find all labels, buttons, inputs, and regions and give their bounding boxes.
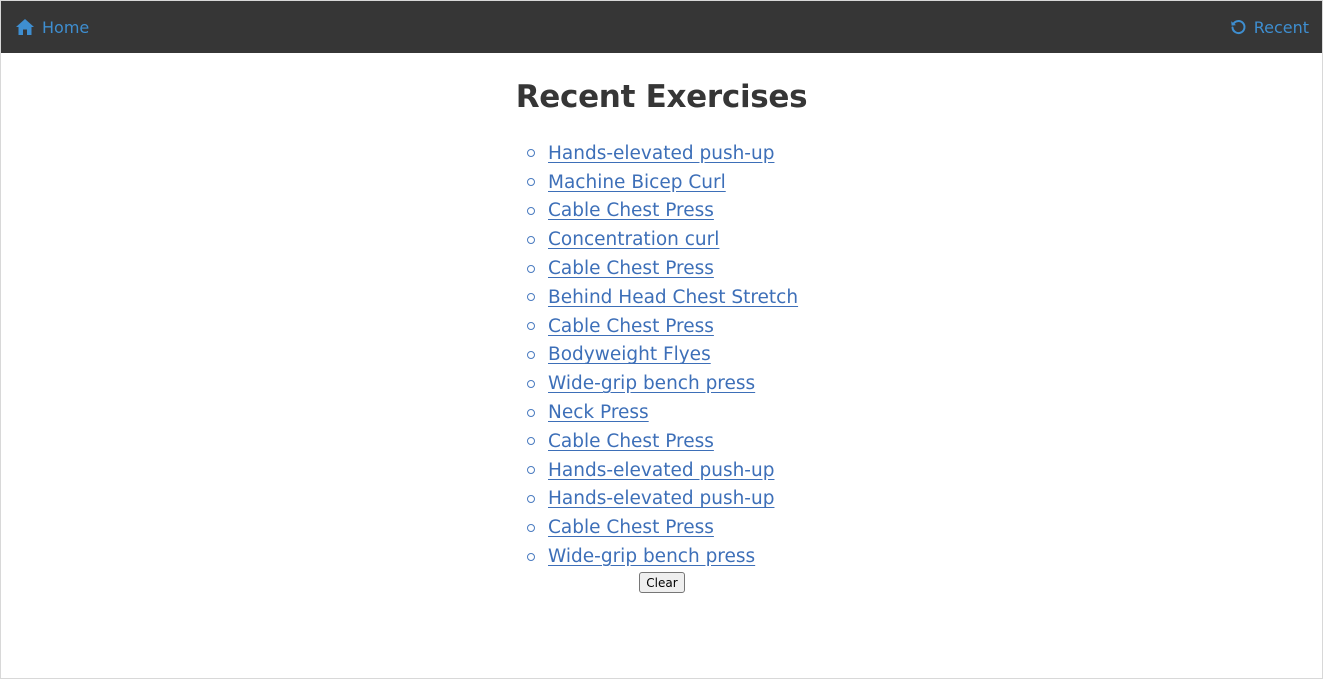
exercise-link[interactable]: Wide-grip bench press [548,373,755,394]
circle-bullet-icon [527,235,535,244]
list-item: Hands-elevated push-up [525,485,798,514]
exercise-link[interactable]: Behind Head Chest Stretch [548,287,798,308]
page-title: Recent Exercises [515,79,808,115]
circle-bullet-icon [527,206,535,215]
circle-bullet-icon [527,350,535,359]
clear-button[interactable]: Clear [639,572,685,593]
exercise-link[interactable]: Wide-grip bench press [548,546,755,567]
list-item: Cable Chest Press [525,197,798,226]
circle-bullet-icon [527,408,535,417]
list-item: Cable Chest Press [525,513,798,542]
exercise-link[interactable]: Cable Chest Press [548,258,714,279]
circle-bullet-icon [527,552,535,561]
recent-exercises-list: Hands-elevated push-up Machine Bicep Curl… [525,139,798,571]
circle-bullet-icon [527,379,535,388]
circle-bullet-icon [527,466,535,475]
list-item: Wide-grip bench press [525,542,798,571]
circle-bullet-icon [527,437,535,446]
exercise-link[interactable]: Machine Bicep Curl [548,172,726,193]
exercise-link[interactable]: Cable Chest Press [548,517,714,538]
list-item: Cable Chest Press [525,254,798,283]
circle-bullet-icon [527,178,535,187]
circle-bullet-icon [527,322,535,331]
list-item: Cable Chest Press [525,427,798,456]
list-item: Wide-grip bench press [525,369,798,398]
home-link-label: Home [42,17,90,37]
exercise-link[interactable]: Hands-elevated push-up [548,460,774,481]
exercise-link[interactable]: Cable Chest Press [548,316,714,337]
list-item: Behind Head Chest Stretch [525,283,798,312]
home-icon [15,18,35,36]
list-item: Bodyweight Flyes [525,341,798,370]
list-item: Machine Bicep Curl [525,168,798,197]
exercise-link[interactable]: Bodyweight Flyes [548,344,711,365]
list-item: Hands-elevated push-up [525,139,798,168]
circle-bullet-icon [527,523,535,532]
circle-bullet-icon [527,494,535,503]
exercise-link[interactable]: Neck Press [548,402,649,423]
recent-link[interactable]: Recent [1230,1,1309,53]
top-navbar: Home Recent [1,1,1322,53]
exercise-link[interactable]: Hands-elevated push-up [548,143,774,164]
list-item: Neck Press [525,398,798,427]
list-item: Concentration curl [525,225,798,254]
circle-bullet-icon [527,149,535,158]
circle-bullet-icon [527,293,535,302]
recent-link-label: Recent [1253,17,1309,37]
circle-bullet-icon [527,264,535,273]
exercise-link[interactable]: Cable Chest Press [548,200,714,221]
exercise-link[interactable]: Cable Chest Press [548,431,714,452]
history-icon [1230,19,1247,36]
home-link[interactable]: Home [15,1,89,53]
exercise-link[interactable]: Concentration curl [548,229,719,250]
app-window: Home Recent Recent Exercises Hands-eleva… [0,0,1323,679]
list-item: Cable Chest Press [525,312,798,341]
exercise-link[interactable]: Hands-elevated push-up [548,488,774,509]
list-item: Hands-elevated push-up [525,456,798,485]
